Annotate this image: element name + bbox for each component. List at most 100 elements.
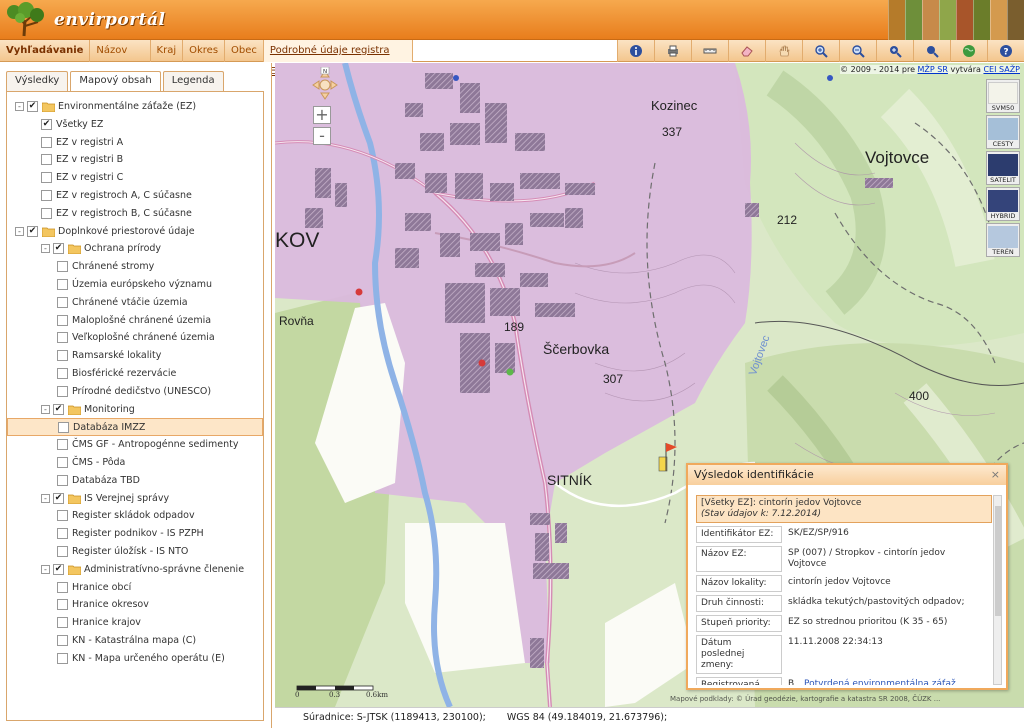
tree-node[interactable]: KN - Katastrálna mapa (C) (7, 632, 263, 650)
tree-node[interactable]: ČMS GF - Antropogénne sedimenty (7, 436, 263, 454)
tree-node[interactable]: Register podnikov - IS PZPH (7, 525, 263, 543)
tree-checkbox[interactable]: ✔ (53, 403, 64, 415)
zoom-box-button[interactable] (876, 40, 913, 62)
tree-node[interactable]: KN - Mapa určeného operátu (E) (7, 650, 263, 668)
pan-compass-icon[interactable]: N (311, 66, 339, 103)
tree-checkbox[interactable] (57, 456, 68, 468)
tree-node[interactable]: Hranice krajov (7, 614, 263, 632)
tree-checkbox[interactable] (41, 172, 52, 184)
tree-node[interactable]: - ✔ IS Verejnej správy (7, 490, 263, 508)
logo[interactable]: envirportál (2, 2, 165, 38)
tree-checkbox[interactable] (57, 350, 68, 362)
tree-node[interactable]: - ✔ Monitoring (7, 401, 263, 419)
tree-node[interactable]: Maloplošné chránené územia (7, 312, 263, 330)
popup-scrollbar-thumb[interactable] (995, 506, 1001, 616)
menu-kraj[interactable]: Kraj (151, 40, 184, 62)
tree-expander-icon[interactable]: - (41, 244, 50, 254)
zoom-out-button[interactable] (839, 40, 876, 62)
zoom-in-map-button[interactable]: + (313, 106, 331, 124)
tree-node[interactable]: ČMS - Pôda (7, 454, 263, 472)
layer-cesty-button[interactable]: CESTY (986, 115, 1020, 149)
tree-node[interactable]: Územia európskeho významu (7, 276, 263, 294)
layer-satelit-button[interactable]: SATELIT (986, 151, 1020, 185)
tree-node[interactable]: Veľkoplošné chránené územia (7, 329, 263, 347)
tree-checkbox[interactable] (57, 528, 68, 540)
tree-checkbox[interactable] (57, 296, 68, 308)
tree-expander-icon[interactable]: - (41, 404, 50, 414)
tree-node[interactable]: Prírodné dedičstvo (UNESCO) (7, 383, 263, 401)
pan-button[interactable] (765, 40, 802, 62)
tree-expander-icon[interactable]: - (41, 493, 50, 503)
tab-vysledky[interactable]: Výsledky (6, 71, 69, 91)
tree-node[interactable]: - ✔ Administratívno-správne členenie (7, 561, 263, 579)
tree-checkbox[interactable]: ✔ (27, 101, 38, 112)
tree-node[interactable]: ✔ Všetky EZ (7, 116, 263, 134)
info-button[interactable] (617, 40, 654, 62)
tree-node[interactable]: Register skládok odpadov (7, 507, 263, 525)
tree-checkbox[interactable] (57, 652, 68, 664)
popup-scrollbar[interactable] (993, 495, 1002, 685)
tree-node[interactable]: EZ v registri B (7, 151, 263, 169)
tree-node[interactable]: Ramsarské lokality (7, 347, 263, 365)
tree-expander-icon[interactable]: - (15, 102, 24, 111)
tree-node[interactable]: EZ v registri C (7, 169, 263, 187)
menu-podrobne-udaje[interactable]: Podrobné údaje registra EZ (263, 40, 413, 77)
tree-node[interactable]: Hranice obcí (7, 579, 263, 597)
measure-button[interactable] (691, 40, 728, 62)
zoom-extent-button[interactable] (913, 40, 950, 62)
layer-svm50-button[interactable]: SVM50 (986, 79, 1020, 113)
tree-checkbox[interactable] (57, 581, 68, 593)
help-button[interactable]: ? (987, 40, 1024, 62)
eraser-button[interactable] (728, 40, 765, 62)
tree-checkbox[interactable] (57, 510, 68, 522)
tree-checkbox[interactable]: ✔ (53, 243, 64, 255)
tree-checkbox[interactable] (41, 154, 52, 166)
tree-node[interactable]: EZ v registri A (7, 134, 263, 152)
tree-checkbox[interactable] (57, 617, 68, 629)
tree-node[interactable]: Hranice okresov (7, 596, 263, 614)
tree-node[interactable]: Biosférické rezervácie (7, 365, 263, 383)
zoom-in-button[interactable] (802, 40, 839, 62)
tab-mapovy-obsah[interactable]: Mapový obsah (70, 71, 161, 92)
tree-checkbox[interactable] (57, 634, 68, 646)
tree-node[interactable]: Chránené vtáčie územia (7, 294, 263, 312)
tree-node[interactable]: - ✔ Environmentálne záťaže (EZ) (7, 98, 263, 116)
tree-checkbox[interactable] (57, 599, 68, 611)
tree-node[interactable]: - ✔ Doplnkové priestorové údaje (7, 223, 263, 241)
tree-checkbox[interactable] (57, 261, 68, 273)
tree-checkbox[interactable]: ✔ (27, 225, 38, 237)
tree-checkbox[interactable] (41, 207, 52, 219)
tree-checkbox[interactable] (57, 278, 68, 290)
tree-checkbox[interactable]: ✔ (41, 118, 52, 130)
menu-obec[interactable]: Obec (225, 40, 264, 62)
tree-checkbox[interactable] (57, 439, 68, 451)
layer-teren-button[interactable]: TERÉN (986, 223, 1020, 257)
menu-nazov-ez[interactable]: Názov EZ (90, 40, 151, 77)
layer-hybrid-button[interactable]: HYBRID (986, 187, 1020, 221)
copyright-link-cei[interactable]: CEI SAŽP (983, 65, 1020, 74)
print-button[interactable] (654, 40, 691, 62)
copyright-link-mzp[interactable]: MŽP SR (918, 65, 948, 74)
globe-button[interactable] (950, 40, 987, 62)
tree-node[interactable]: EZ v registroch B, C súčasne (7, 205, 263, 223)
tree-node[interactable]: Register úložísk - IS NTO (7, 543, 263, 561)
menu-vyhladavanie[interactable]: Vyhľadávanie (0, 40, 91, 62)
tree-checkbox[interactable] (41, 189, 52, 201)
tree-node[interactable]: EZ v registroch A, C súčasne (7, 187, 263, 205)
tree-checkbox[interactable]: ✔ (53, 492, 64, 504)
tree-checkbox[interactable]: ✔ (53, 563, 64, 575)
tree-checkbox[interactable] (57, 314, 68, 326)
zoom-out-map-button[interactable]: - (313, 127, 331, 145)
tree-checkbox[interactable] (57, 385, 68, 397)
tree-node[interactable]: Databáza TBD (7, 472, 263, 490)
menu-okres[interactable]: Okres (183, 40, 226, 62)
tree-checkbox[interactable] (57, 545, 68, 557)
tab-legenda[interactable]: Legenda (162, 71, 224, 91)
tree-checkbox[interactable] (57, 367, 68, 379)
tree-checkbox[interactable] (41, 136, 52, 148)
tree-checkbox[interactable] (57, 474, 68, 486)
tree-expander-icon[interactable]: - (41, 564, 50, 574)
popup-close-button[interactable]: × (991, 468, 1000, 481)
tree-node[interactable]: Databáza IMZZ (7, 418, 263, 437)
registered-link[interactable]: Potvrdená environmentálna záťaž (804, 679, 956, 685)
